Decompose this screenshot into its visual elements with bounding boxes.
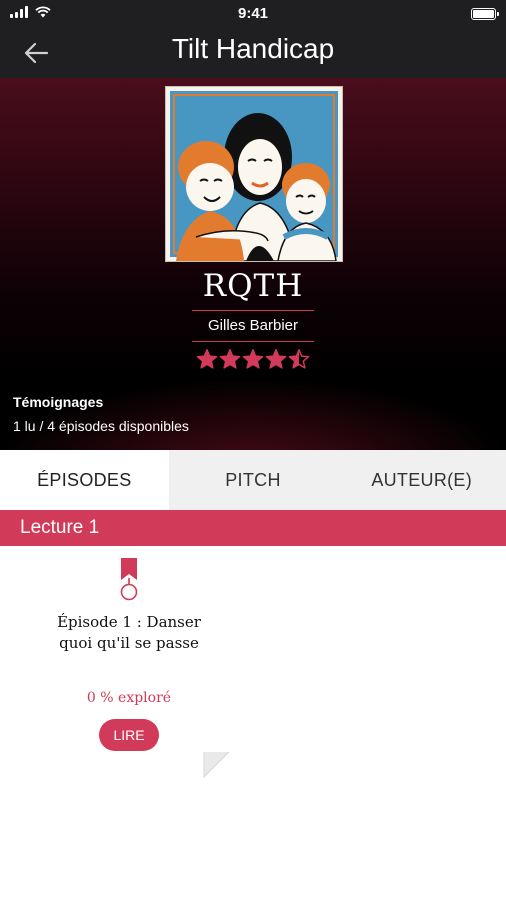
- page-fold-corner: [203, 751, 230, 779]
- book-genre: Témoignages: [13, 394, 104, 410]
- book-title: RQTH: [202, 268, 304, 304]
- star-filled-icon: [219, 349, 241, 369]
- read-button[interactable]: LIRE: [99, 719, 159, 751]
- tab-auteur[interactable]: AUTEUR(E): [337, 450, 506, 510]
- episode-title: Épisode 1 : Danser quoi qu'il se passe: [57, 613, 201, 652]
- section-header: Lecture 1: [0, 510, 506, 546]
- reading-progress: 1 lu / 4 épisodes disponibles: [13, 418, 189, 434]
- tab-episodes[interactable]: ÉPISODES: [0, 450, 169, 510]
- book-header: RQTH Gilles Barbier Témoignages 1 lu / 4…: [0, 78, 506, 450]
- title-divider: [192, 310, 314, 311]
- nav-bar: Tilt Handicap: [0, 28, 506, 78]
- bookmark-ribbon-icon: [120, 558, 138, 601]
- battery-icon: [471, 8, 499, 20]
- book-cover: [165, 86, 343, 262]
- star-half-icon: [288, 349, 310, 369]
- star-filled-icon: [196, 349, 218, 369]
- star-filled-icon: [265, 349, 287, 369]
- status-time: 9:41: [237, 5, 269, 22]
- tab-bar: ÉPISODES PITCH AUTEUR(E): [0, 450, 506, 510]
- tab-pitch[interactable]: PITCH: [169, 450, 338, 510]
- page-title: Tilt Handicap: [171, 33, 335, 64]
- book-author: Gilles Barbier: [207, 317, 299, 334]
- author-divider: [192, 341, 314, 342]
- episode-explored: 0 % exploré: [86, 690, 172, 706]
- star-filled-icon: [242, 349, 264, 369]
- cover-illustration-icon: [166, 87, 342, 262]
- status-bar: 9:41: [0, 0, 506, 28]
- star-rating: [0, 348, 506, 370]
